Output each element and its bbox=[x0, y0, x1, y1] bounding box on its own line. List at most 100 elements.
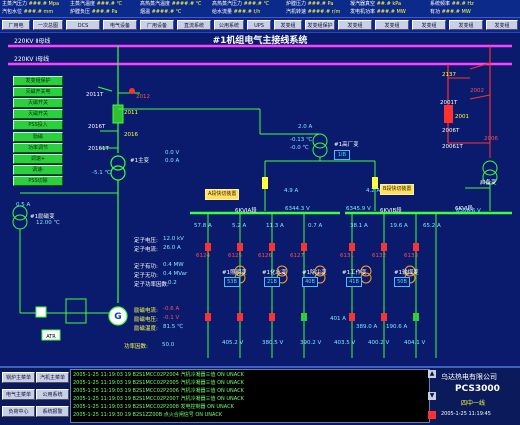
side-control-button[interactable]: 调速+ bbox=[13, 154, 63, 164]
footer-button[interactable]: 公用系统 bbox=[36, 389, 69, 400]
switch-label: 2006 bbox=[484, 136, 498, 142]
menu-button[interactable]: 发变组 bbox=[375, 20, 409, 30]
status-item: 凝汽器真空 ##.# kPa bbox=[350, 1, 402, 7]
side-control-button[interactable]: 励磁 bbox=[13, 132, 63, 142]
status-item: 高热蒸汽温度 ####.# ℃ bbox=[140, 1, 202, 7]
footer-button[interactable]: 锅炉主菜单 bbox=[2, 372, 35, 383]
scroll-down-icon[interactable]: ▼ bbox=[428, 392, 436, 400]
side-control-button[interactable]: PSS投入 bbox=[13, 120, 63, 130]
xfmr-tag[interactable]: 40B bbox=[302, 277, 318, 287]
menu-button[interactable]: 电气设备 bbox=[103, 20, 137, 30]
breaker-a[interactable] bbox=[262, 177, 268, 189]
switch-label: 2137 bbox=[442, 72, 456, 78]
fast-switch-a[interactable]: A段快切装置 bbox=[205, 189, 240, 200]
menu-button[interactable]: 发变组 bbox=[449, 20, 483, 30]
side-control-button[interactable]: 功率调节 bbox=[13, 143, 63, 153]
menu-button[interactable]: 厂用设备 bbox=[140, 20, 174, 30]
status-item: 烟温 ####.# ℃ bbox=[140, 9, 182, 15]
bus-i-label: 220KV Ⅰ母线 bbox=[14, 55, 49, 63]
xfmr-label: #1输煤变 bbox=[394, 270, 419, 276]
xfmr-label: #1工作变 bbox=[342, 270, 367, 276]
side-control-button[interactable]: 灭磁开关 bbox=[13, 109, 63, 119]
breaker-2001[interactable] bbox=[444, 105, 453, 123]
datetime: 2005-1-25 11:19:45 bbox=[441, 411, 491, 417]
menu-button[interactable]: 直流系统 bbox=[177, 20, 211, 30]
menu-button[interactable]: 公用系统 bbox=[214, 20, 244, 30]
single-line-diagram: #1机组电气主接线系统 220KV Ⅱ母线 220KV Ⅰ母线 ATR G bbox=[8, 34, 512, 358]
xfmr-tag[interactable]: 53B bbox=[224, 277, 240, 287]
breaker-2011[interactable] bbox=[112, 104, 124, 124]
event-row: 2005-1-25 11:19:03 19 B2S1MCC02P2004 汽机冷… bbox=[73, 372, 244, 378]
menu-button[interactable]: 发变组 bbox=[412, 20, 446, 30]
switch-label: 2001 bbox=[455, 114, 469, 120]
status-item: 炉膛压力 ###.# Pa bbox=[286, 1, 334, 7]
xfmr-label: 启备变 bbox=[480, 180, 497, 186]
status-item: 高热蒸汽压力 ###.# ℃ bbox=[212, 1, 270, 7]
status-item: 主蒸汽压力 ###.# Mpa bbox=[2, 1, 60, 7]
menu-button[interactable]: DCS bbox=[66, 20, 100, 30]
status-item: 主蒸汽温度 ###.# ℃ bbox=[70, 1, 123, 7]
switch-label: 2016T bbox=[88, 124, 106, 130]
footer-button[interactable]: 系统报警 bbox=[36, 406, 69, 417]
alarm-dot bbox=[129, 88, 135, 94]
side-control-button[interactable]: 调速- bbox=[13, 165, 63, 175]
side-control-button[interactable]: 灭磁开关 bbox=[13, 98, 63, 108]
xfmr-label: #1励磁变 bbox=[30, 214, 55, 220]
menu-button[interactable]: 厂用电 bbox=[2, 20, 30, 30]
xfmr-tag[interactable]: 50B bbox=[394, 277, 410, 287]
station-transformer[interactable] bbox=[312, 133, 328, 149]
side-control-button[interactable]: PSS切除 bbox=[13, 176, 63, 186]
bus-label: 6KVⅠB段 bbox=[380, 208, 402, 214]
xfmr-label: #1主变 bbox=[130, 158, 150, 164]
event-row: 2005-1-25 11:19:03 19 B2S1MCC02P2005 汽机冷… bbox=[73, 380, 244, 386]
exciter-transformer[interactable] bbox=[12, 205, 28, 221]
menu-button[interactable]: 发变组 bbox=[274, 20, 302, 30]
side-control-button[interactable]: 灭磁开关电 bbox=[13, 87, 63, 97]
xfmr-label: #1化水变 bbox=[262, 270, 287, 276]
xfmr-tag[interactable]: 21B bbox=[264, 277, 280, 287]
xfmr-label: #1高厂变 bbox=[334, 142, 359, 148]
footer-button[interactable]: 电气主菜单 bbox=[2, 389, 35, 400]
switch-label: 2006T bbox=[442, 128, 460, 134]
footer-button[interactable]: 汽机主菜单 bbox=[36, 372, 69, 383]
bus-label: 6KVⅠA段 bbox=[235, 208, 257, 214]
svg-text:ATR: ATR bbox=[46, 334, 56, 340]
switch-label: 2001T bbox=[440, 100, 458, 106]
product-name: PCS3000 bbox=[455, 384, 500, 394]
event-row: 2005-1-25 11:19:30 19 B2S1ZZ00B 点火合闸信号 O… bbox=[73, 412, 223, 418]
diagram-title: #1机组电气主接线系统 bbox=[213, 34, 308, 46]
status-item: 给水流量 ###.# t/h bbox=[212, 9, 261, 15]
status-item: 汽机转速 ####.# r/m bbox=[286, 9, 341, 15]
menu-button[interactable]: 发变组保护 bbox=[305, 20, 335, 30]
event-row: 2005-1-25 11:19:03 19 B2S1MCC02P2006 汽机冷… bbox=[73, 388, 244, 394]
switch-label: 2011 bbox=[124, 110, 138, 116]
event-row: 2005-1-25 11:19:03 19 B2S1MCC02P2007 汽机冷… bbox=[73, 396, 244, 402]
menu-button[interactable]: 发变组 bbox=[486, 20, 518, 30]
fast-switch-b[interactable]: B段快切装置 bbox=[380, 184, 415, 195]
side-control-button[interactable]: 发变组保护 bbox=[13, 76, 63, 86]
status-item: 系统频率 ##.# Hz bbox=[430, 1, 474, 7]
menu-button[interactable]: 发变组 bbox=[338, 20, 372, 30]
event-row: 2005-1-25 11:19:03 19 B2S1MCC02P2008 发电控… bbox=[73, 404, 234, 410]
xfmr-tag[interactable]: 41B bbox=[346, 277, 362, 287]
menu-button[interactable]: 一次总图 bbox=[33, 20, 63, 30]
switch-label: 2016 bbox=[124, 132, 138, 138]
company-name: 乌达热电有限公司 bbox=[441, 373, 497, 381]
status-item: 炉膛负压 ###.# Pa bbox=[70, 9, 118, 15]
status-item: 有功 ###.# MW bbox=[430, 9, 471, 15]
scroll-up-icon[interactable]: ▲ bbox=[428, 370, 436, 378]
footer-button[interactable]: 负荷中心 bbox=[2, 406, 35, 417]
switch-label: 20061T bbox=[442, 144, 463, 150]
exciter-unit[interactable] bbox=[35, 306, 47, 318]
svg-text:G: G bbox=[114, 312, 121, 322]
switch-label: 20161T bbox=[88, 146, 109, 152]
xfmr-tag[interactable]: 1IB bbox=[334, 150, 350, 160]
status-item: 汽包水位 ###.# mm bbox=[2, 9, 54, 15]
status-item: 发电机功率 ###.# MW bbox=[350, 9, 406, 15]
standby-transformer[interactable] bbox=[482, 160, 498, 176]
xfmr-label: #1照明变 bbox=[222, 270, 247, 276]
bus-ii-label: 220KV Ⅱ母线 bbox=[14, 37, 50, 45]
alarm-indicator[interactable] bbox=[428, 411, 436, 419]
menu-button[interactable]: UPS bbox=[247, 20, 271, 30]
event-log[interactable]: 2005-1-25 11:19:03 19 B2S1MCC02P2004 汽机冷… bbox=[70, 369, 430, 423]
